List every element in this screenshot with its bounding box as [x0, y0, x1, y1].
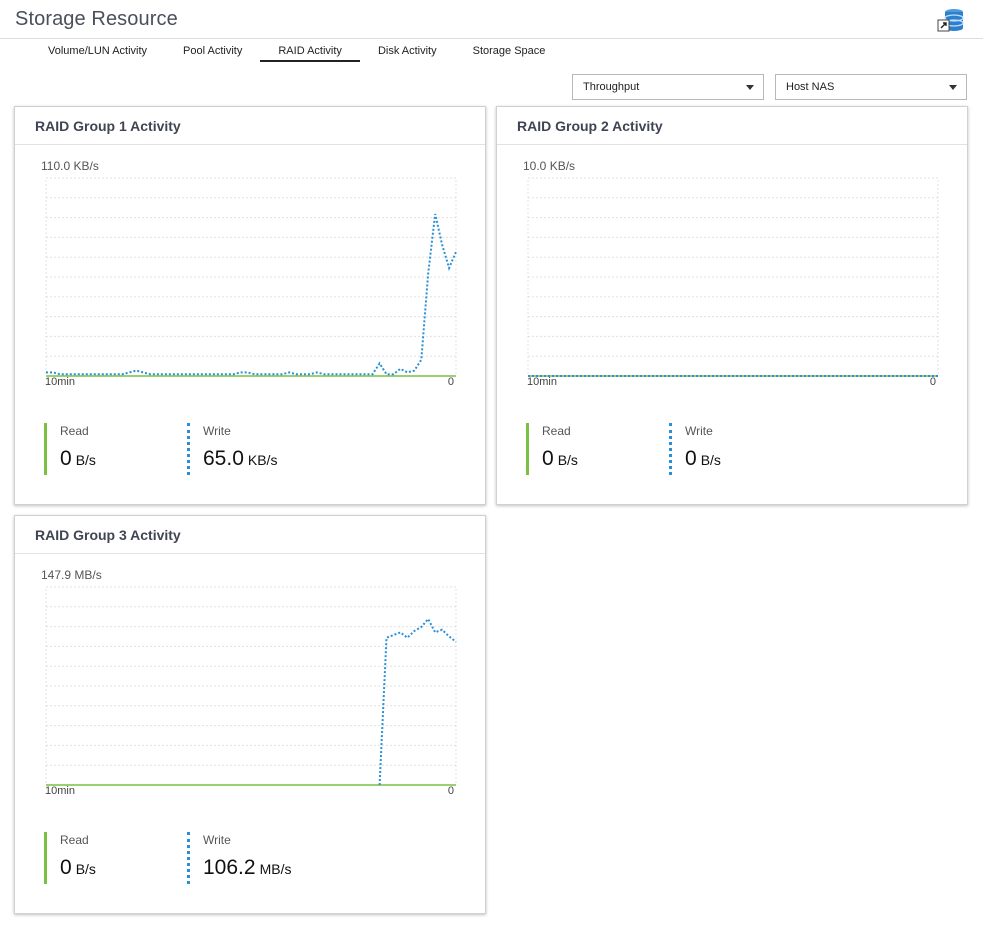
raid-group-1-card: RAID Group 1 Activity 110.0 KB/s 10min 0…: [14, 106, 486, 505]
x-axis-start-label: 10min: [527, 376, 557, 388]
card-title: RAID Group 3 Activity: [35, 527, 181, 543]
write-unit: B/s: [700, 452, 721, 468]
metric-select[interactable]: Throughput: [572, 74, 764, 100]
x-axis-end-label: 0: [447, 785, 454, 797]
write-stat: Write 106.2 MB/s: [187, 832, 291, 884]
read-value: 0: [60, 447, 72, 470]
chevron-down-icon: [746, 85, 754, 90]
read-value: 0: [542, 447, 554, 470]
read-unit: B/s: [75, 452, 96, 468]
card-divider: [497, 144, 967, 145]
x-axis-end-label: 0: [929, 376, 936, 388]
write-value: 106.2: [203, 856, 256, 879]
throughput-chart: [45, 177, 457, 377]
throughput-chart: [527, 177, 939, 377]
read-stat: Read 0 B/s: [526, 423, 578, 475]
x-axis-start-label: 10min: [45, 785, 75, 797]
x-axis-start-label: 10min: [45, 376, 75, 388]
read-stat: Read 0 B/s: [44, 423, 96, 475]
write-unit: KB/s: [247, 452, 278, 468]
write-unit: MB/s: [259, 861, 292, 877]
chart-max-label: 147.9 MB/s: [41, 568, 102, 582]
raid-group-2-card: RAID Group 2 Activity 10.0 KB/s 10min 0 …: [496, 106, 968, 505]
tab-pool-activity[interactable]: Pool Activity: [165, 40, 260, 62]
activity-tabs: Volume/LUN Activity Pool Activity RAID A…: [30, 40, 563, 62]
read-value: 0: [60, 856, 72, 879]
write-series-line: [46, 213, 457, 376]
write-value: 65.0: [203, 447, 244, 470]
raid-group-3-card: RAID Group 3 Activity 147.9 MB/s 10min 0…: [14, 515, 486, 914]
tab-volume-lun-activity[interactable]: Volume/LUN Activity: [30, 40, 165, 62]
tab-storage-space[interactable]: Storage Space: [455, 40, 564, 62]
read-stat: Read 0 B/s: [44, 832, 96, 884]
write-series-line: [378, 617, 457, 786]
chart-max-label: 110.0 KB/s: [41, 159, 99, 173]
card-divider: [15, 144, 485, 145]
read-label: Read: [60, 424, 89, 438]
throughput-chart: [45, 586, 457, 786]
write-stat: Write 65.0 KB/s: [187, 423, 277, 475]
read-label: Read: [60, 833, 89, 847]
page-title: Storage Resource: [15, 8, 178, 30]
card-title: RAID Group 2 Activity: [517, 118, 663, 134]
tab-disk-activity[interactable]: Disk Activity: [360, 40, 455, 62]
write-label: Write: [685, 424, 713, 438]
card-title: RAID Group 1 Activity: [35, 118, 181, 134]
source-select-value: Host NAS: [786, 81, 835, 93]
read-unit: B/s: [557, 452, 578, 468]
write-label: Write: [203, 424, 231, 438]
chevron-down-icon: [949, 85, 957, 90]
storage-app-icon[interactable]: [937, 6, 967, 34]
source-select[interactable]: Host NAS: [775, 74, 967, 100]
read-label: Read: [542, 424, 571, 438]
x-axis-end-label: 0: [447, 376, 454, 388]
write-label: Write: [203, 833, 231, 847]
card-divider: [15, 553, 485, 554]
write-stat: Write 0 B/s: [669, 423, 721, 475]
write-value: 0: [685, 447, 697, 470]
metric-select-value: Throughput: [583, 81, 640, 93]
tab-raid-activity[interactable]: RAID Activity: [260, 40, 360, 62]
chart-max-label: 10.0 KB/s: [523, 159, 576, 173]
page-header: Storage Resource: [0, 0, 983, 39]
read-unit: B/s: [75, 861, 96, 877]
